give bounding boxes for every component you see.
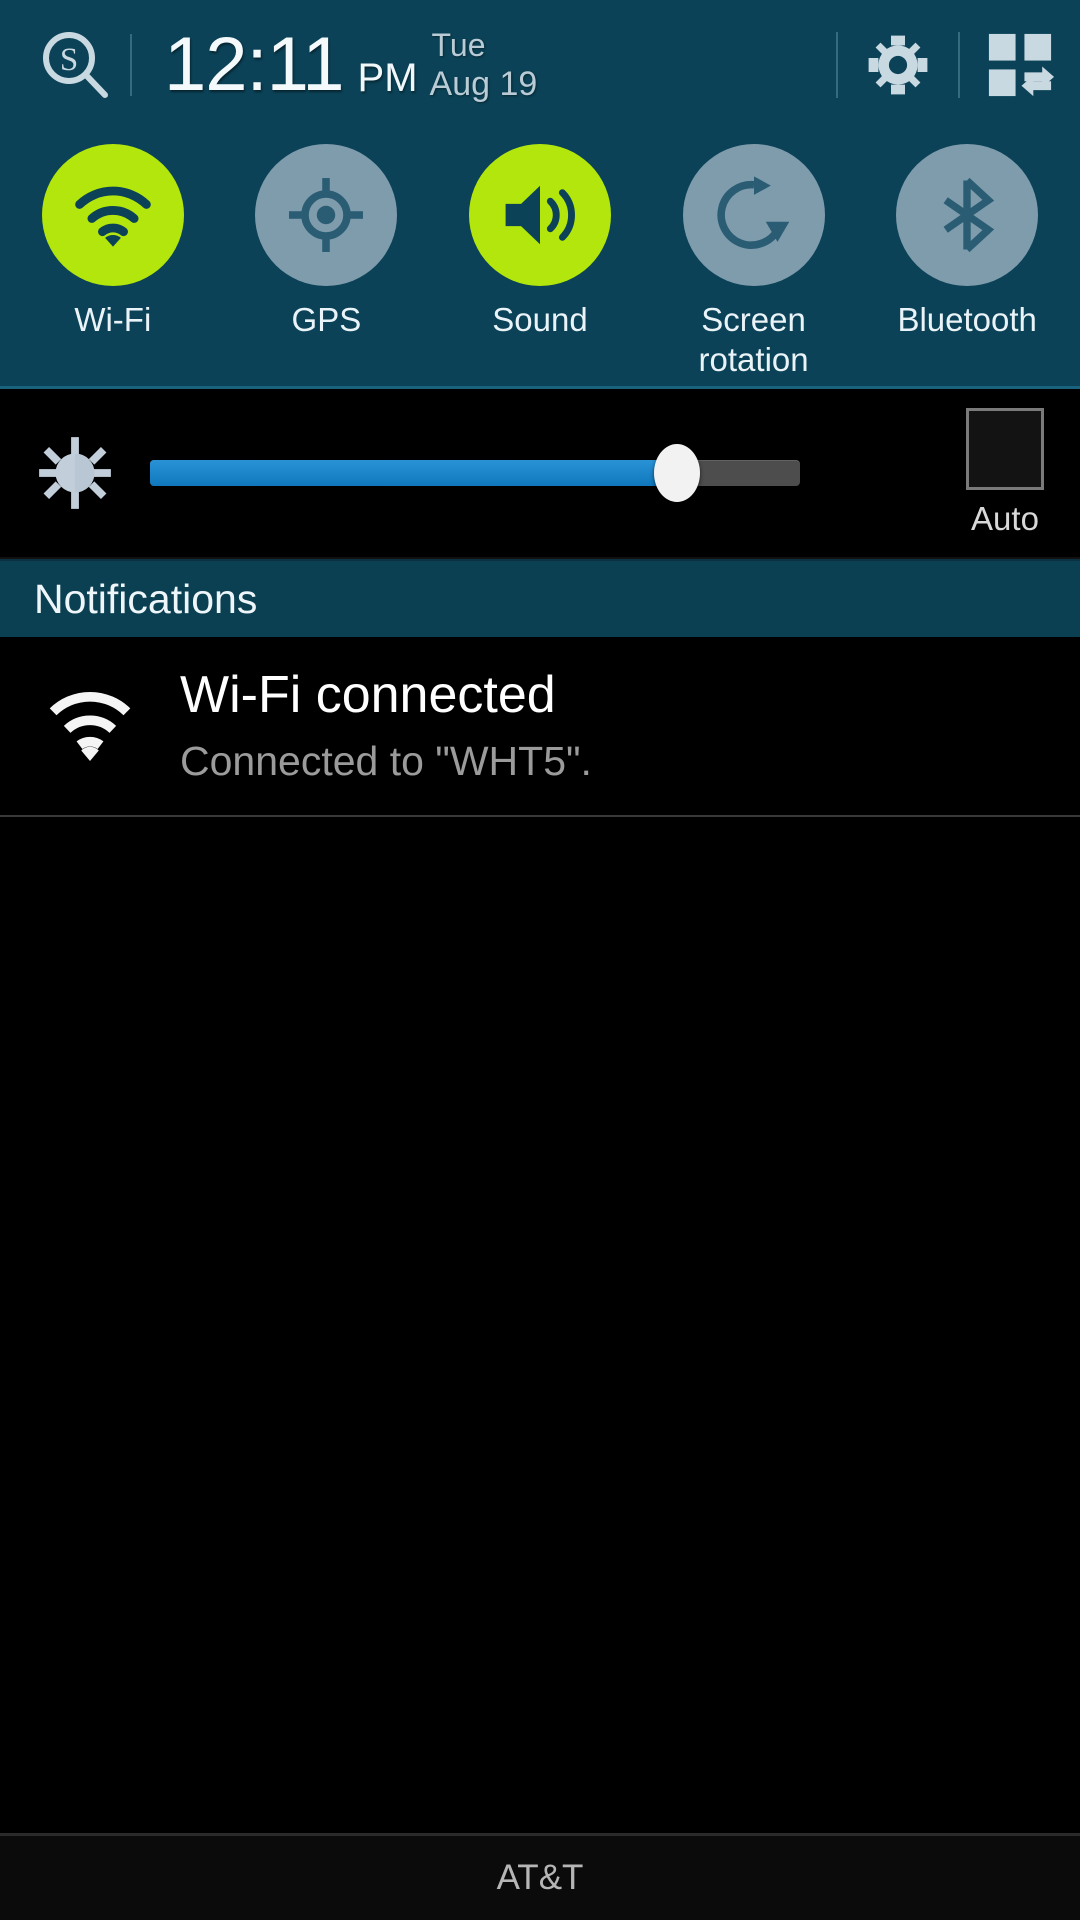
carrier-bar: AT&T — [0, 1833, 1080, 1920]
header-divider-left — [130, 34, 132, 96]
notification-title: Wi-Fi connected — [180, 666, 556, 724]
toggle-sound-label: Sound — [492, 301, 588, 338]
status-bar-header: S 12:11 PM Tue Aug 19 — [0, 0, 1080, 130]
brightness-slider-wrap — [150, 443, 984, 503]
auto-brightness-checkbox[interactable] — [966, 408, 1044, 490]
auto-brightness-label: Auto — [971, 500, 1039, 537]
toggle-bluetooth[interactable]: Bluetooth — [867, 144, 1067, 340]
clock-ampm: PM — [357, 56, 418, 100]
clock-area[interactable]: 12:11 PM Tue Aug 19 — [164, 27, 537, 103]
toggle-sound-circle[interactable] — [468, 144, 611, 286]
s-finder-button[interactable]: S — [22, 0, 130, 130]
notification-icon-wrap — [0, 663, 180, 761]
toggle-sound[interactable]: Sound — [440, 144, 640, 340]
toggle-screen-rotation-circle[interactable] — [682, 144, 825, 286]
notifications-header-title: Notifications — [34, 575, 258, 622]
toggle-wifi[interactable]: Wi-Fi — [13, 144, 213, 340]
brightness-row: Auto — [0, 389, 1080, 559]
quick-toggles-row: Wi-Fi GPS Sound Screen rotation Bluetoot… — [0, 144, 1080, 380]
toggle-gps-label: GPS — [291, 301, 362, 338]
notification-shade: S 12:11 PM Tue Aug 19 Wi-Fi GPS Sound Sc… — [0, 0, 1080, 1920]
notification-subtitle: Connected to "WHT5". — [180, 738, 592, 784]
toggle-wifi-circle[interactable] — [41, 144, 184, 286]
brightness-gear-icon — [39, 437, 111, 509]
carrier-label: AT&T — [496, 1858, 584, 1897]
brightness-slider-thumb[interactable] — [653, 444, 700, 502]
header-right-actions — [836, 0, 1080, 130]
notification-text-wrap: Wi-Fi connected Connected to "WHT5". — [180, 663, 592, 787]
s-finder-search-icon: S — [43, 32, 108, 98]
gps-crosshair-icon — [289, 178, 364, 252]
brightness-icon-wrap — [0, 434, 150, 512]
header-divider-far-right — [958, 32, 960, 98]
sound-speaker-icon — [505, 185, 575, 245]
quick-settings-grid-icon — [988, 33, 1055, 97]
toggle-screen-rotation-label: Screen rotation — [698, 301, 809, 378]
gear-icon — [868, 35, 928, 95]
screen-rotation-icon — [716, 176, 789, 249]
notification-item-wifi[interactable]: Wi-Fi connected Connected to "WHT5". — [0, 637, 1080, 817]
wifi-icon — [49, 691, 131, 761]
toggle-bluetooth-label: Bluetooth — [897, 301, 1037, 338]
bluetooth-icon — [943, 177, 995, 253]
toggle-screen-rotation[interactable]: Screen rotation — [654, 144, 854, 380]
quick-settings-button[interactable] — [960, 0, 1080, 130]
toggle-gps[interactable]: GPS — [226, 144, 426, 340]
date-day-of-week: Tue — [431, 27, 486, 63]
date-area: Tue Aug 19 — [430, 29, 538, 101]
toggle-wifi-label: Wi-Fi — [74, 301, 152, 338]
wifi-icon — [74, 186, 151, 247]
notifications-list: Wi-Fi connected Connected to "WHT5". — [0, 637, 1080, 1833]
brightness-slider-fill — [150, 460, 677, 486]
auto-brightness-control[interactable]: Auto — [966, 408, 1044, 538]
toggle-bluetooth-circle[interactable] — [896, 144, 1039, 286]
quick-toggles-panel: Wi-Fi GPS Sound Screen rotation Bluetoot… — [0, 130, 1080, 389]
date-month-day: Aug 19 — [429, 65, 538, 103]
clock-time: 12:11 — [164, 22, 345, 107]
settings-button[interactable] — [838, 0, 958, 130]
header-divider-right — [836, 32, 838, 98]
notifications-header: Notifications — [0, 559, 1080, 637]
brightness-slider[interactable] — [150, 444, 800, 502]
toggle-gps-circle[interactable] — [255, 144, 398, 286]
svg-text:S: S — [60, 42, 78, 78]
